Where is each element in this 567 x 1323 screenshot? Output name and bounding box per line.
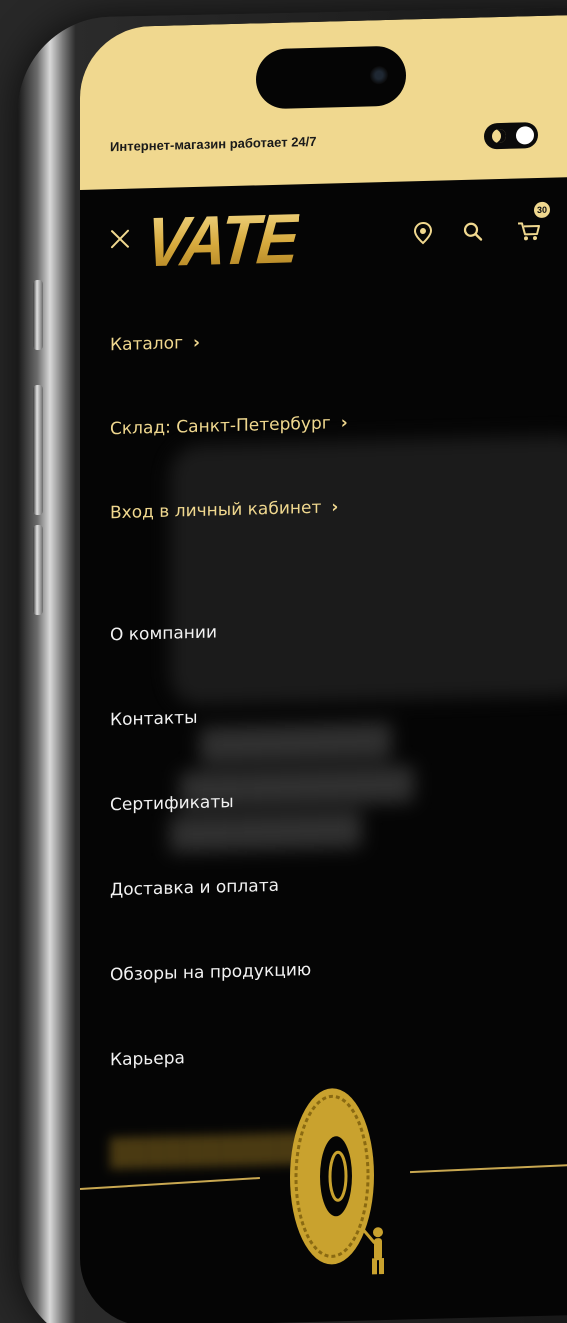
- close-icon[interactable]: [108, 227, 132, 252]
- phone-side-button-volume-down: [33, 525, 43, 615]
- logo[interactable]: VATE: [142, 198, 301, 282]
- menu-item-contacts[interactable]: Контакты: [110, 708, 198, 730]
- chevron-right-icon: ›: [340, 412, 348, 434]
- store-hours-text: Интернет-магазин работает 24/7: [110, 133, 317, 155]
- phone-side-button-action: [33, 280, 43, 350]
- menu-item-about[interactable]: О компании: [110, 622, 217, 645]
- chevron-right-icon: ›: [193, 332, 201, 354]
- blurred-text: █████████: [170, 812, 362, 851]
- menu-item-catalog[interactable]: Каталог ›: [110, 333, 200, 355]
- toggle-knob: [516, 126, 534, 145]
- divider-line: [80, 1177, 260, 1190]
- menu-item-warehouse[interactable]: Склад: Санкт-Петербург ›: [110, 413, 348, 439]
- blurred-background-content: █████████ ███████████ █████████: [160, 434, 567, 1146]
- cart-icon[interactable]: [516, 218, 542, 243]
- dynamic-island: [256, 45, 406, 110]
- site-header: VATE 30: [80, 176, 567, 300]
- blurred-text: █████████: [200, 723, 392, 762]
- menu-item-label: Склад: Санкт-Петербург: [110, 413, 331, 440]
- phone-side-button-volume-up: [33, 385, 43, 515]
- camera-icon: [370, 65, 388, 85]
- phone-screen: Интернет-магазин работает 24/7 █████████…: [80, 14, 567, 1323]
- tire-illustration: [290, 1088, 384, 1275]
- chevron-right-icon: ›: [331, 497, 339, 518]
- menu-item-label: Каталог: [110, 333, 184, 356]
- menu-item-career[interactable]: Карьера: [110, 1048, 185, 1070]
- location-pin-icon[interactable]: [412, 221, 434, 246]
- top-info-bar: Интернет-магазин работает 24/7: [80, 14, 567, 191]
- menu-item-certificates[interactable]: Сертификаты: [110, 792, 234, 815]
- theme-toggle[interactable]: [484, 122, 538, 150]
- moon-icon: [492, 128, 506, 144]
- search-icon[interactable]: [462, 219, 484, 244]
- divider-line: [409, 1162, 567, 1174]
- cart-count-badge: 30: [534, 201, 550, 219]
- mobile-menu: Каталог › Склад: Санкт-Петербург › Вход в …: [110, 315, 567, 1070]
- blurred-banner: [480, 494, 567, 658]
- stage: Интернет-магазин работает 24/7 █████████…: [0, 0, 567, 1323]
